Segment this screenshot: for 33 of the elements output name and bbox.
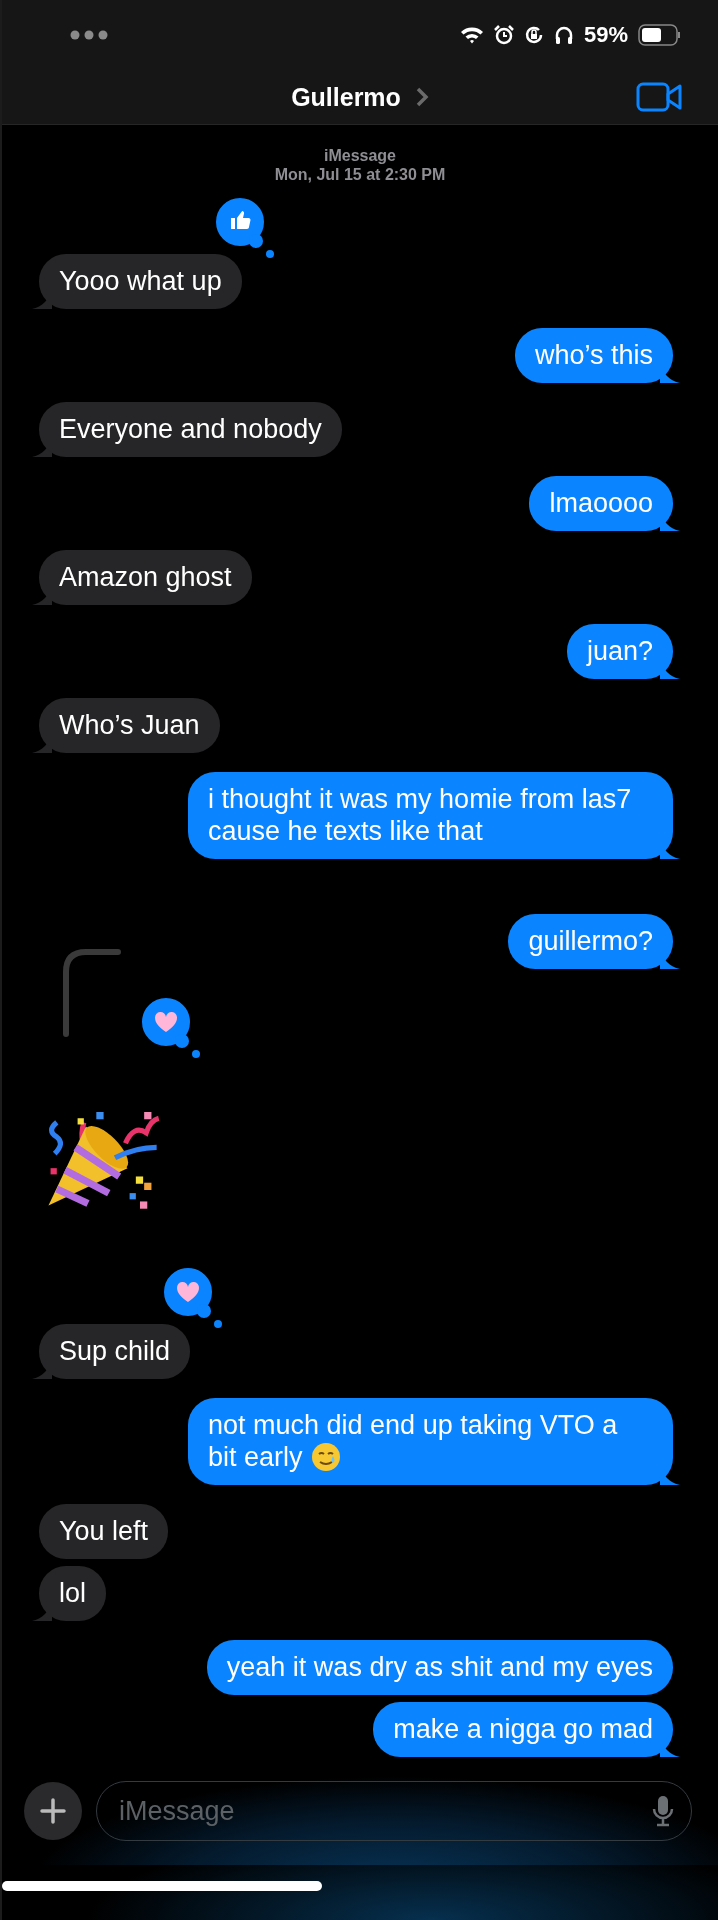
sent-message: juan?: [566, 624, 673, 679]
sent-message: i thought it was my homie from las7 cause he texts like that: [188, 772, 673, 859]
sent-message: yeah it was dry as shit and my eyes: [206, 1640, 673, 1695]
received-message: Who’s Juan: [39, 698, 220, 753]
video-camera-icon[interactable]: [636, 81, 682, 113]
headphones-icon: [553, 25, 574, 45]
chevron-right-icon: [414, 86, 429, 108]
received-message: Everyone and nobody: [39, 402, 342, 457]
received-message: Amazon ghost: [39, 550, 252, 605]
wifi-icon: [459, 26, 484, 44]
alarm-clock-icon: [493, 25, 514, 45]
rotation-lock-icon: [523, 25, 544, 45]
contact-name[interactable]: Gullermo: [291, 82, 401, 112]
message-timestamp: Mon, Jul 15 at 2:30 PM: [274, 166, 446, 184]
received-message: You left: [39, 1504, 169, 1559]
sent-message: guillermo?: [508, 914, 673, 969]
battery-icon: [638, 24, 682, 46]
battery-percentage: 59%: [583, 22, 628, 48]
heart-reaction-icon[interactable]: [162, 1266, 225, 1330]
received-message: Sup child: [39, 1324, 191, 1379]
sent-message: lmaoooo: [529, 476, 673, 531]
received-message: lol: [39, 1566, 106, 1621]
sent-message: not much did end up taking VTO a bit early: [188, 1398, 673, 1485]
service-label: iMessage: [323, 147, 396, 165]
received-message: Yooo what up: [39, 254, 242, 309]
sent-message: who’s this: [514, 328, 673, 383]
heart-reaction-icon[interactable]: [140, 996, 202, 1060]
plus-icon: [40, 1798, 66, 1824]
sent-message: make a nigga go mad: [373, 1702, 673, 1757]
thumbs-up-reaction-icon[interactable]: [213, 196, 276, 260]
message-input-field[interactable]: iMessage: [96, 1781, 692, 1841]
microphone-icon[interactable]: [652, 1795, 674, 1827]
more-dots-icon: [70, 30, 108, 40]
